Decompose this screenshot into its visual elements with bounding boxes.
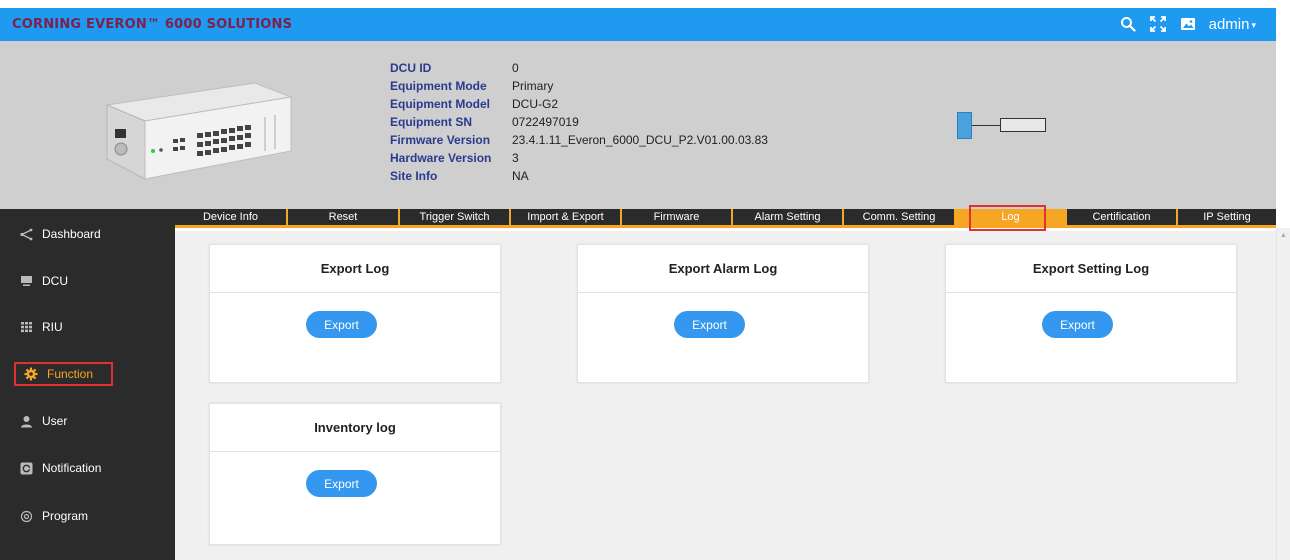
sidebar: Dashboard DCU RIU Function User Notifica…	[0, 209, 175, 560]
info-row-equipment-mode: Equipment Mode Primary	[390, 77, 768, 95]
gear-icon	[24, 367, 38, 381]
sidebar-item-label: Program	[42, 509, 89, 523]
info-label: Hardware Version	[390, 151, 492, 165]
export-setting-log-card: Export Setting Log Export	[945, 244, 1237, 383]
sidebar-item-dashboard[interactable]: Dashboard	[14, 222, 106, 246]
card-title: Export Alarm Log	[578, 245, 868, 293]
info-label: DCU ID	[390, 61, 432, 75]
tab-log[interactable]: Log	[954, 209, 1065, 225]
export-setting-log-button[interactable]: Export	[1042, 311, 1113, 338]
brand-title: CORNING EVERON™ 6000 SOLUTIONS	[12, 17, 293, 32]
info-value: NA	[512, 169, 529, 183]
sidebar-item-label: Dashboard	[42, 227, 101, 241]
info-label: Equipment SN	[390, 115, 473, 129]
sidebar-item-label: User	[42, 414, 68, 428]
info-label: Site Info	[390, 169, 438, 183]
user-icon	[19, 414, 33, 428]
sidebar-item-riu[interactable]: RIU	[14, 315, 68, 339]
info-value: Primary	[512, 79, 554, 93]
device-info-panel: DCU ID 0 Equipment Mode Primary Equipmen…	[0, 41, 1276, 209]
info-label: Equipment Mode	[390, 79, 487, 93]
main-content: Export Log Export Export Alarm Log Expor…	[175, 231, 1276, 560]
info-label: Equipment Model	[390, 97, 490, 111]
card-title: Export Setting Log	[946, 245, 1236, 293]
program-icon	[19, 509, 33, 523]
sidebar-item-user[interactable]: User	[14, 409, 72, 433]
top-bar: CORNING EVERON™ 6000 SOLUTIONS admin ▾	[0, 8, 1276, 41]
tab-firmware[interactable]: Firmware	[620, 209, 731, 225]
sidebar-item-label: Notification	[42, 461, 102, 475]
info-label: Firmware Version	[390, 133, 491, 147]
device-info-table: DCU ID 0 Equipment Mode Primary Equipmen…	[390, 59, 768, 185]
card-title: Inventory log	[210, 404, 500, 452]
monitor-icon	[19, 274, 33, 288]
card-body: Export	[946, 293, 1236, 381]
info-row-dcu-id: DCU ID 0	[390, 59, 768, 77]
sidebar-item-label: Function	[47, 367, 94, 381]
card-title: Export Log	[210, 245, 500, 293]
sidebar-item-label: DCU	[42, 274, 68, 288]
dcu-node[interactable]	[957, 112, 972, 139]
vertical-scrollbar[interactable]: ▲	[1276, 228, 1290, 560]
info-value: DCU-G2	[512, 97, 559, 111]
sidebar-item-function[interactable]: Function	[14, 362, 113, 386]
tab-import-export[interactable]: Import & Export	[509, 209, 620, 225]
tab-certification[interactable]: Certification	[1065, 209, 1176, 225]
tab-reset[interactable]: Reset	[286, 209, 398, 225]
riu-node[interactable]	[1000, 118, 1046, 132]
sidebar-item-program[interactable]: Program	[14, 504, 93, 528]
info-value: 23.4.1.11_Everon_6000_DCU_P2.V01.00.03.8…	[512, 133, 768, 147]
info-row-hardware-version: Hardware Version 3	[390, 149, 768, 167]
tab-comm-setting[interactable]: Comm. Setting	[842, 209, 954, 225]
search-icon[interactable]	[1119, 15, 1137, 33]
user-name: admin	[1208, 15, 1250, 33]
notification-icon	[19, 461, 33, 475]
sidebar-item-notification[interactable]: Notification	[14, 456, 106, 480]
tab-trigger-switch[interactable]: Trigger Switch	[398, 209, 509, 225]
share-icon	[19, 227, 33, 241]
function-tab-bar: Device Info Reset Trigger Switch Import …	[175, 209, 1276, 228]
device-image	[105, 82, 293, 180]
tab-ip-setting[interactable]: IP Setting	[1176, 209, 1276, 225]
user-menu[interactable]: admin ▾	[1209, 16, 1256, 33]
top-icons: admin ▾	[1119, 13, 1256, 35]
grid-icon	[19, 320, 33, 334]
caret-down-icon: ▾	[1251, 19, 1256, 30]
export-alarm-log-card: Export Alarm Log Export	[577, 244, 869, 383]
info-value: 3	[512, 151, 519, 165]
sidebar-item-dcu[interactable]: DCU	[14, 269, 73, 293]
image-icon[interactable]	[1179, 15, 1197, 33]
card-body: Export	[210, 452, 500, 540]
export-log-card: Export Log Export	[209, 244, 501, 383]
inventory-log-card: Inventory log Export	[209, 403, 501, 545]
info-row-site-info: Site Info NA	[390, 167, 768, 185]
sidebar-item-label: RIU	[42, 320, 63, 334]
info-value: 0722497019	[512, 115, 579, 129]
info-row-firmware-version: Firmware Version 23.4.1.11_Everon_6000_D…	[390, 131, 768, 149]
info-row-equipment-model: Equipment Model DCU-G2	[390, 95, 768, 113]
fullscreen-icon[interactable]	[1149, 15, 1167, 33]
export-inventory-log-button[interactable]: Export	[306, 470, 377, 497]
connection-line	[972, 125, 1000, 126]
export-alarm-log-button[interactable]: Export	[674, 311, 745, 338]
card-body: Export	[210, 293, 500, 381]
scroll-up-icon[interactable]: ▲	[1280, 232, 1287, 239]
card-body: Export	[578, 293, 868, 381]
tab-alarm-setting[interactable]: Alarm Setting	[731, 209, 842, 225]
info-row-equipment-sn: Equipment SN 0722497019	[390, 113, 768, 131]
info-value: 0	[512, 61, 519, 75]
export-log-button[interactable]: Export	[306, 311, 377, 338]
tab-device-info[interactable]: Device Info	[175, 209, 286, 225]
